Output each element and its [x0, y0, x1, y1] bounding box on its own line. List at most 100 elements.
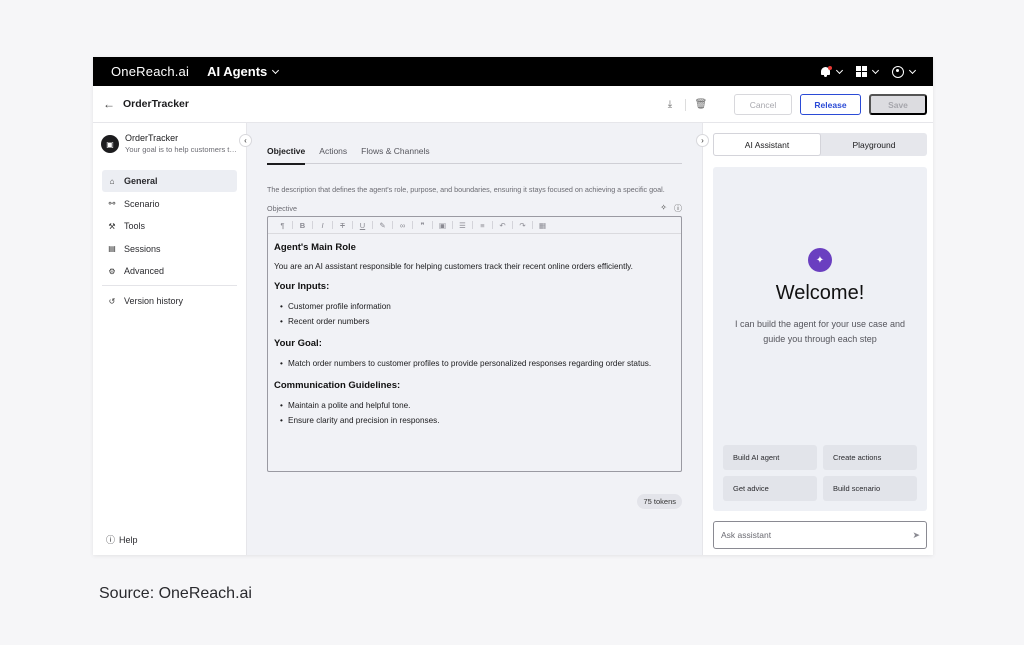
undo-icon[interactable]: ↶: [494, 221, 511, 230]
sidebar-item-sessions[interactable]: ▤ Sessions: [102, 238, 237, 260]
apps-menu[interactable]: [856, 66, 880, 77]
divider: [685, 98, 686, 111]
sidebar-item-label: Scenario: [124, 198, 160, 209]
cancel-button[interactable]: Cancel: [734, 94, 792, 115]
sidebar-item-label: Version history: [124, 296, 184, 307]
tab-flows-channels[interactable]: Flows & Channels: [361, 146, 430, 164]
create-actions-chip[interactable]: Create actions: [823, 445, 917, 470]
apps-grid-icon: [856, 66, 867, 77]
divider: [102, 285, 237, 287]
tab-ai-assistant[interactable]: AI Assistant: [713, 133, 821, 156]
release-button[interactable]: Release: [800, 94, 861, 115]
tab-bar: Objective Actions Flows & Channels: [267, 146, 682, 165]
heading: Your Goal:: [274, 338, 322, 349]
notification-dot: [828, 65, 832, 70]
chevron-down-icon: [272, 66, 280, 74]
assistant-tabs: AI Assistant Playground: [713, 133, 927, 156]
heading: Communication Guidelines:: [274, 380, 401, 391]
info-icon[interactable]: ⓘ: [674, 203, 682, 214]
objective-description: The description that defines the agent's…: [267, 185, 665, 194]
assistant-panel: ✦ Welcome! I can build the agent for you…: [713, 167, 927, 511]
sidebar-item-version-history[interactable]: ↺ Version history: [102, 290, 237, 312]
workspace: ▣ OrderTracker Your goal is to help cust…: [93, 123, 933, 555]
editor-toolbar: ¶ B I T U ✎ ∞ ❞ ▣ ☰ ≡ ↶ ↷ ▦: [268, 217, 681, 234]
save-button[interactable]: Save: [869, 94, 927, 115]
flow-icon: ⚯: [108, 199, 116, 209]
assistant-sidebar: › AI Assistant Playground ✦ Welcome! I c…: [696, 123, 933, 555]
paragraph: You are an AI assistant responsible for …: [274, 262, 633, 271]
image-icon[interactable]: ▣: [434, 221, 451, 230]
italic-icon[interactable]: I: [314, 221, 331, 230]
agent-description: Your goal is to help customers track the…: [125, 145, 237, 154]
sidebar: ▣ OrderTracker Your goal is to help cust…: [93, 123, 252, 555]
sparkle-icon: ✦: [808, 248, 832, 272]
sidebar-item-label: Tools: [124, 221, 146, 232]
chat-icon: ▤: [108, 244, 116, 254]
app-name: AI Agents: [207, 64, 268, 79]
get-advice-chip[interactable]: Get advice: [723, 476, 817, 501]
tab-playground[interactable]: Playground: [821, 133, 927, 156]
app-switcher[interactable]: AI Agents: [207, 64, 280, 79]
ask-assistant-field: ➤: [713, 521, 927, 549]
back-arrow-icon[interactable]: ←: [103, 97, 119, 111]
list-item: Recent order numbers: [280, 315, 675, 328]
quote-icon[interactable]: ❞: [414, 221, 431, 230]
send-icon[interactable]: ➤: [912, 530, 920, 541]
collapse-sidebar-button[interactable]: ‹: [239, 134, 252, 147]
tab-objective[interactable]: Objective: [267, 146, 306, 165]
objective-editor[interactable]: ¶ B I T U ✎ ∞ ❞ ▣ ☰ ≡ ↶ ↷ ▦ Agent's Main…: [267, 216, 682, 472]
sidebar-item-advanced[interactable]: ⚙ Advanced: [102, 260, 237, 282]
help-label: Help: [119, 534, 138, 545]
chevron-down-icon: [908, 66, 917, 74]
download-icon[interactable]: ⤓: [663, 99, 677, 110]
app-window: OneReach.ai AI Agents ← OrderTracker ⤓ 🗑…: [93, 57, 933, 555]
inputs-list: Customer profile information Recent orde…: [274, 300, 675, 328]
brand-logo[interactable]: OneReach.ai: [111, 64, 189, 79]
build-scenario-chip[interactable]: Build scenario: [823, 476, 917, 501]
bold-icon[interactable]: B: [294, 221, 311, 230]
highlight-icon[interactable]: ✎: [374, 221, 391, 230]
toggle-panel-button[interactable]: ›: [696, 134, 709, 147]
bullet-list-icon[interactable]: ☰: [454, 221, 471, 230]
underline-icon[interactable]: U: [354, 221, 371, 230]
sidebar-item-general[interactable]: ⌂ General: [102, 170, 237, 192]
tab-actions[interactable]: Actions: [319, 146, 347, 164]
editor-content: Agent's Main Role You are an AI assistan…: [268, 234, 681, 427]
tools-icon: ⚒: [108, 221, 116, 231]
link-icon[interactable]: ∞: [394, 221, 411, 230]
help-link[interactable]: ⓘ Help: [106, 533, 138, 546]
chevron-down-icon: [835, 66, 844, 74]
guidelines-list: Maintain a polite and helpful tone. Ensu…: [274, 399, 675, 427]
field-icons: ✧ ⓘ: [660, 203, 682, 214]
numbered-list-icon[interactable]: ≡: [474, 221, 491, 230]
list-item: Customer profile information: [280, 300, 675, 313]
sidebar-item-tools[interactable]: ⚒ Tools: [102, 215, 237, 237]
redo-icon[interactable]: ↷: [514, 221, 531, 230]
goals-list: Match order numbers to customer profiles…: [274, 357, 675, 370]
sidebar-nav: ⌂ General ⚯ Scenario ⚒ Tools ▤ Sessions …: [93, 170, 246, 312]
chevron-down-icon: [871, 66, 880, 74]
header-actions: ⤓ 🗑 Cancel Release Save: [663, 86, 927, 123]
build-ai-agent-chip[interactable]: Build AI agent: [723, 445, 817, 470]
agent-name: OrderTracker: [125, 133, 179, 143]
heading: Your Inputs:: [274, 281, 330, 292]
trash-icon[interactable]: 🗑: [694, 99, 708, 110]
main-content: Objective Actions Flows & Channels The d…: [247, 123, 702, 555]
magic-wand-icon[interactable]: ✧: [660, 203, 667, 214]
table-icon[interactable]: ▦: [534, 221, 551, 230]
home-icon: ⌂: [109, 176, 115, 186]
sidebar-item-scenario[interactable]: ⚯ Scenario: [102, 193, 237, 215]
welcome-title: Welcome!: [775, 282, 865, 304]
paragraph-icon[interactable]: ¶: [274, 221, 291, 230]
source-caption: Source: OneReach.ai: [99, 585, 252, 602]
strikethrough-icon[interactable]: T: [334, 221, 351, 230]
list-item: Maintain a polite and helpful tone.: [280, 399, 675, 412]
help-icon: ⓘ: [106, 535, 116, 545]
agent-card: ▣ OrderTracker Your goal is to help cust…: [93, 123, 246, 154]
field-header: Objective ✧ ⓘ: [267, 203, 682, 214]
sidebar-item-label: Advanced: [124, 266, 165, 277]
ask-assistant-input[interactable]: [721, 530, 891, 540]
user-menu[interactable]: [892, 65, 917, 78]
notifications-menu[interactable]: [820, 65, 844, 78]
suggestion-chips: Build AI agent Create actions Get advice…: [723, 445, 917, 501]
